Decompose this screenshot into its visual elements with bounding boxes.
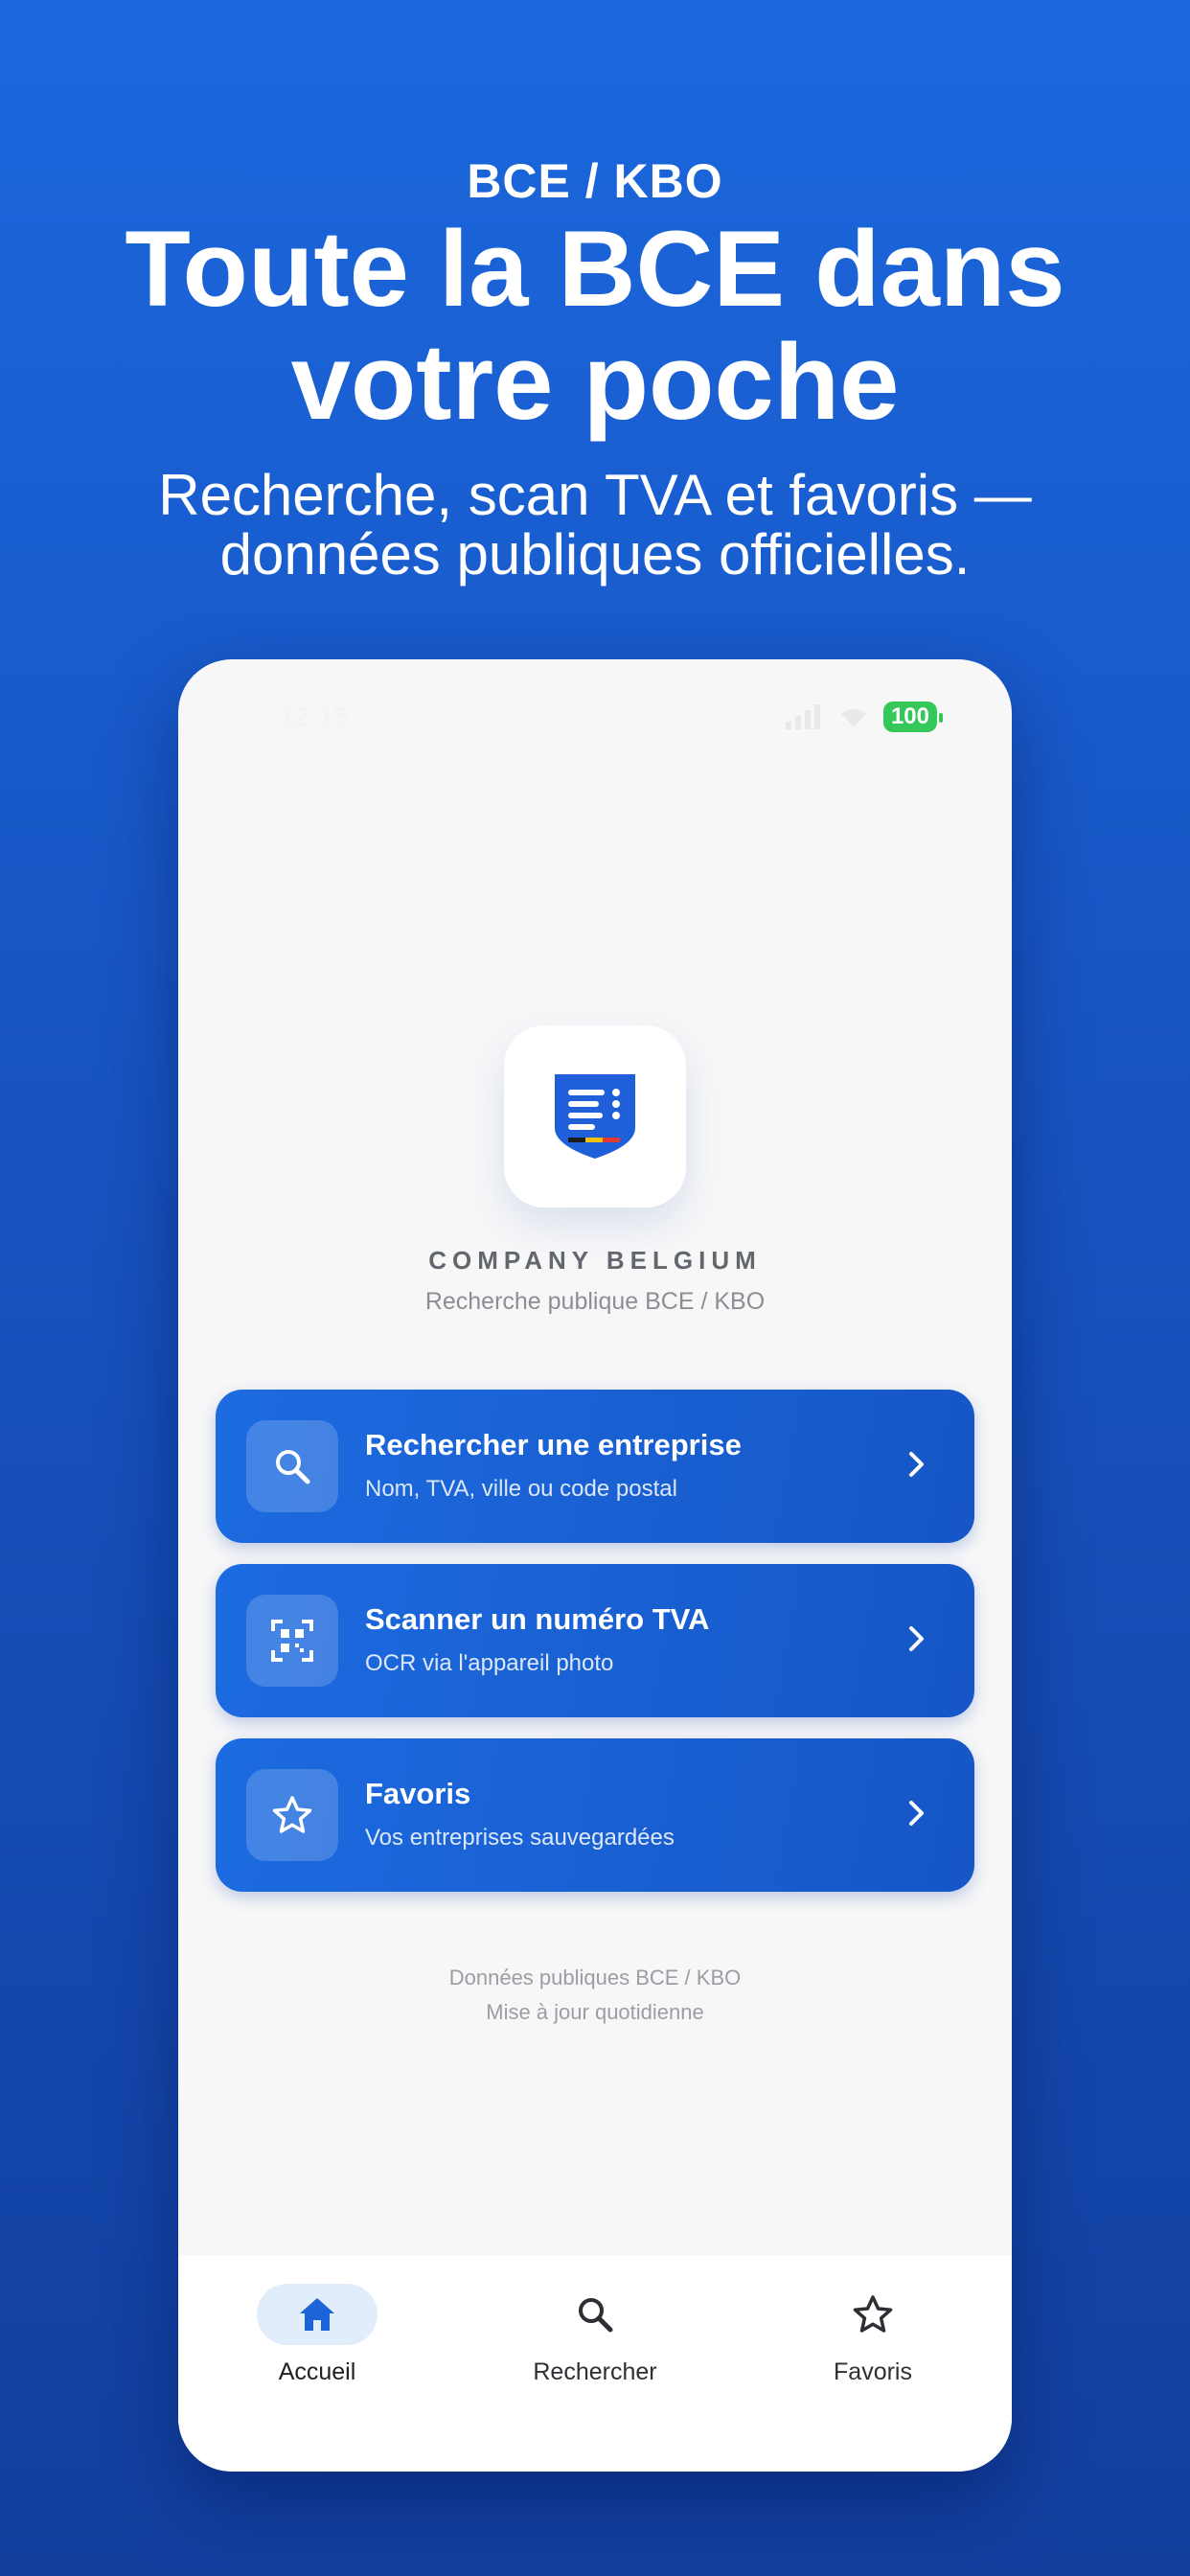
qr-scan-icon <box>271 1620 313 1662</box>
shield-document-icon <box>555 1074 635 1159</box>
status-indicators: 100 <box>785 702 944 732</box>
card-icon-box <box>246 1420 338 1512</box>
tab-icon-wrap <box>812 2284 933 2345</box>
promo-eyebrow: BCE / KBO <box>467 154 723 208</box>
wifi-icon <box>840 708 866 727</box>
search-company-card[interactable]: Rechercher une entreprise Nom, TVA, vill… <box>216 1390 974 1543</box>
tab-label: Rechercher <box>533 2358 657 2385</box>
tab-active-indicator <box>257 2284 378 2345</box>
tab-home[interactable]: Accueil <box>221 2284 413 2386</box>
promo-subhead: Recherche, scan TVA et favoris — données… <box>0 466 1190 585</box>
chevron-right-icon <box>898 1794 936 1832</box>
home-icon <box>300 2298 334 2331</box>
tab-favorites[interactable]: Favoris <box>777 2284 969 2386</box>
star-icon <box>272 1796 312 1833</box>
data-source-note: Données publiques BCE / KBO Mise à jour … <box>178 1961 1012 2030</box>
status-bar: 12:15 100 <box>178 702 1012 740</box>
signal-icon <box>785 704 820 729</box>
card-icon-box <box>246 1595 338 1687</box>
search-icon <box>276 1450 310 1484</box>
phone-screen: 12:15 100 COMPANY BELGIUM Recherche publ… <box>178 659 1012 2472</box>
card-icon-box <box>246 1769 338 1861</box>
headline-line-1: Toute la BCE dans <box>125 209 1065 329</box>
battery-indicator: 100 <box>882 702 944 732</box>
card-title: Rechercher une entreprise <box>365 1428 742 1461</box>
card-title: Scanner un numéro TVA <box>365 1602 710 1636</box>
tab-search[interactable]: Rechercher <box>499 2284 691 2386</box>
app-name: COMPANY BELGIUM <box>428 1246 762 1275</box>
star-icon <box>853 2295 893 2333</box>
scan-vat-card[interactable]: Scanner un numéro TVA OCR via l'appareil… <box>216 1564 974 1717</box>
subhead-line-1: Recherche, scan TVA et favoris — <box>158 463 1032 527</box>
search-icon <box>579 2298 613 2333</box>
headline-line-2: votre poche <box>290 322 900 442</box>
card-subtitle: Vos entreprises sauvegardées <box>365 1825 675 1851</box>
footnote-line-2: Mise à jour quotidienne <box>486 2000 704 2024</box>
app-logo <box>504 1025 686 1208</box>
chevron-right-icon <box>898 1620 936 1658</box>
chevron-right-icon <box>898 1445 936 1484</box>
footnote-line-1: Données publiques BCE / KBO <box>448 1966 742 1990</box>
app-tagline: Recherche publique BCE / KBO <box>424 1288 766 1315</box>
promo-headline: Toute la BCE dans votre poche <box>0 213 1190 439</box>
tab-label: Accueil <box>278 2358 356 2385</box>
card-title: Favoris <box>365 1777 471 1810</box>
subhead-line-2: données publiques officielles. <box>219 522 971 586</box>
tab-icon-wrap <box>535 2284 655 2345</box>
status-time: 12:15 <box>280 702 349 731</box>
tab-label: Favoris <box>834 2358 912 2385</box>
card-subtitle: OCR via l'appareil photo <box>365 1650 614 1676</box>
bottom-tab-bar: Accueil Rechercher Favoris <box>178 2255 1012 2472</box>
card-subtitle: Nom, TVA, ville ou code postal <box>365 1476 677 1502</box>
favorites-card[interactable]: Favoris Vos entreprises sauvegardées <box>216 1738 974 1892</box>
